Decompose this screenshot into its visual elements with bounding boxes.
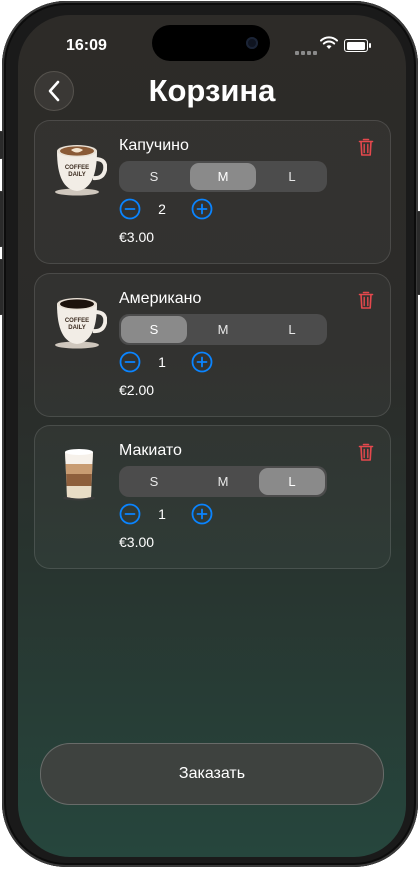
svg-text:DAILY: DAILY — [68, 172, 85, 178]
dynamic-island — [152, 25, 270, 61]
size-selector: S M L — [119, 466, 327, 497]
cappuccino-cup-image: COFFEE DAILY — [55, 145, 107, 196]
plus-circle-icon[interactable] — [191, 198, 213, 220]
item-name: Капучино — [119, 137, 189, 154]
svg-text:DAILY: DAILY — [68, 325, 85, 331]
quantity-stepper: 2 — [119, 198, 229, 222]
minus-circle-icon[interactable] — [119, 503, 141, 525]
volume-up-button — [0, 191, 3, 247]
page-title: Корзина — [148, 73, 276, 108]
size-option-l[interactable]: L — [259, 163, 325, 190]
item-price: €2.00 — [119, 382, 155, 398]
size-selector: S M L — [119, 161, 327, 192]
size-option-l-selected[interactable]: L — [259, 468, 325, 495]
americano-cup-image: COFFEE DAILY — [55, 298, 107, 349]
quantity-stepper: 1 — [119, 351, 229, 375]
svg-text:COFFEE: COFFEE — [65, 318, 89, 324]
cart-item: COFFEE DAILY Капучино S M L 2 €3.00 — [34, 120, 391, 264]
action-button — [0, 131, 3, 159]
trash-icon[interactable] — [358, 442, 374, 462]
plus-circle-icon[interactable] — [191, 503, 213, 525]
cart-item: Макиато S M L 1 €3.00 — [34, 425, 391, 569]
size-option-l[interactable]: L — [259, 316, 325, 343]
minus-circle-icon[interactable] — [119, 198, 141, 220]
item-price: €3.00 — [119, 534, 155, 550]
size-option-s-selected[interactable]: S — [121, 316, 187, 343]
quantity-value: 2 — [158, 201, 166, 217]
quantity-value: 1 — [158, 354, 166, 370]
status-bar: 16:09 — [18, 15, 406, 71]
volume-down-button — [0, 259, 3, 315]
camera-icon — [246, 37, 258, 49]
minus-circle-icon[interactable] — [119, 351, 141, 373]
item-price: €3.00 — [119, 229, 155, 245]
macchiato-glass-image — [63, 449, 95, 501]
svg-text:COFFEE: COFFEE — [65, 165, 89, 171]
order-button[interactable]: Заказать — [40, 743, 384, 805]
item-name: Американо — [119, 290, 202, 307]
cart-item: COFFEE DAILY Американо S M L 1 €2.00 — [34, 273, 391, 417]
status-time: 16:09 — [66, 37, 107, 54]
size-option-s[interactable]: S — [121, 163, 187, 190]
size-option-s[interactable]: S — [121, 468, 187, 495]
screen: 16:09 Корзина COFFEE DAILY Капучино S M … — [18, 15, 406, 857]
size-option-m[interactable]: M — [190, 468, 256, 495]
size-selector: S M L — [119, 314, 327, 345]
size-option-m[interactable]: M — [190, 316, 256, 343]
phone-frame: 16:09 Корзина COFFEE DAILY Капучино S M … — [0, 1, 420, 867]
plus-circle-icon[interactable] — [191, 351, 213, 373]
wifi-icon — [320, 36, 338, 49]
quantity-stepper: 1 — [119, 503, 229, 527]
item-name: Макиато — [119, 442, 182, 459]
battery-icon — [344, 39, 371, 52]
nav-header: Корзина — [18, 71, 406, 119]
cellular-signal-icon — [295, 42, 319, 60]
quantity-value: 1 — [158, 506, 166, 522]
trash-icon[interactable] — [358, 137, 374, 157]
trash-icon[interactable] — [358, 290, 374, 310]
size-option-m-selected[interactable]: M — [190, 163, 256, 190]
